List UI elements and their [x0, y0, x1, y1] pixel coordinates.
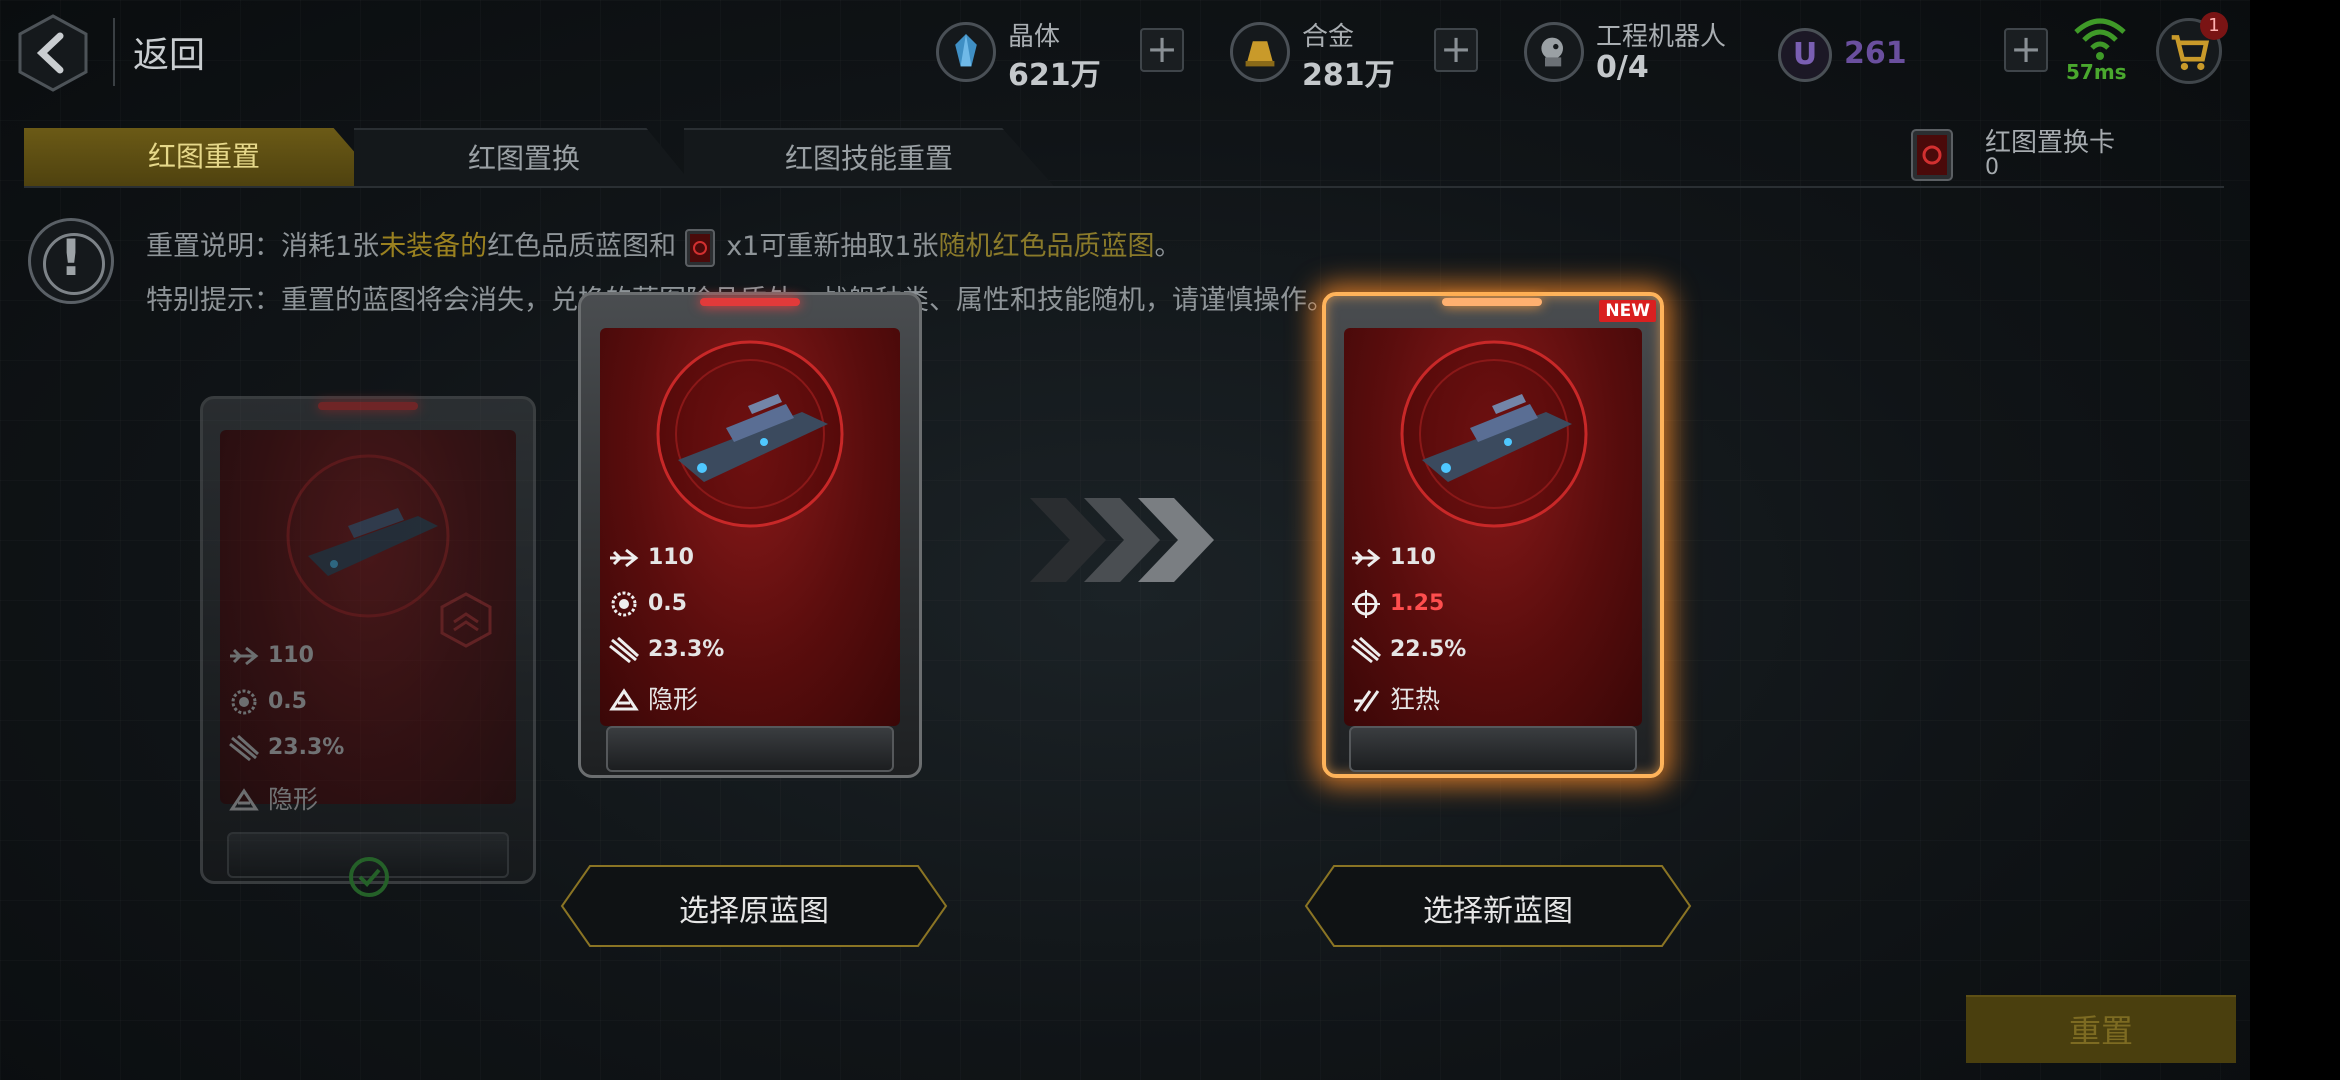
- ship-emblem-icon: [656, 340, 844, 528]
- header-divider: [113, 18, 115, 86]
- highlight-unequipped: 未装备的: [379, 231, 488, 262]
- back-label[interactable]: 返回: [133, 26, 205, 78]
- screen-edge: [2250, 0, 2340, 1080]
- stat-speed: 110: [228, 642, 314, 670]
- crosshair-icon: [1352, 590, 1380, 618]
- add-crystal-button[interactable]: +: [1140, 28, 1184, 72]
- crystal-icon: [936, 22, 996, 82]
- tab-underline: [24, 186, 2224, 188]
- swap-card-count: 0: [1985, 155, 1999, 180]
- select-original-button[interactable]: 选择原蓝图: [560, 864, 948, 948]
- warning-icon: [28, 218, 114, 304]
- resource-name: 合金: [1302, 22, 1355, 52]
- swap-card-icon: [1911, 129, 1953, 181]
- missile-icon: [1351, 636, 1382, 664]
- speed-arrow-icon: [610, 548, 639, 568]
- tab-red-reset[interactable]: 红图重置: [24, 128, 384, 186]
- swap-card-small-icon: [685, 228, 716, 267]
- select-new-button[interactable]: 选择新蓝图: [1304, 864, 1692, 948]
- missile-icon: [609, 636, 640, 664]
- ship-emblem-icon: [1400, 340, 1588, 528]
- ping-value: 57ms: [2066, 60, 2127, 84]
- speed-arrow-icon: [230, 646, 259, 666]
- equipped-check-icon: [349, 857, 389, 897]
- stat-rate: 0.5: [228, 688, 307, 716]
- u-currency-value: 261: [1844, 36, 1907, 71]
- new-blueprint-card[interactable]: NEW 110 1.25 22.5% 狂热: [1322, 292, 1664, 778]
- equipped-blueprint-card: 110 0.5 23.3% 隐形: [200, 396, 536, 897]
- ship-emblem-icon: [286, 454, 450, 618]
- resource-name: 晶体: [1008, 22, 1061, 52]
- stat-missile: 23.3%: [608, 636, 724, 664]
- stat-missile: 22.5%: [1350, 636, 1466, 664]
- tab-red-skill-reset[interactable]: 红图技能重置: [684, 128, 1054, 186]
- wifi-signal-icon: [2074, 18, 2126, 60]
- reset-description: 重置说明：消耗1张未装备的红色品质蓝图和 x1可重新抽取1张随机红色品质蓝图。: [146, 224, 1182, 268]
- tab-red-swap[interactable]: 红图置换: [354, 128, 694, 186]
- cart-notification-badge: 1: [2200, 12, 2228, 40]
- resource-value: 281万: [1302, 58, 1395, 93]
- stealth-skill-icon: [609, 688, 639, 711]
- speed-arrow-icon: [1352, 548, 1381, 568]
- stat-speed: 110: [1350, 544, 1436, 572]
- swap-card-label: 红图置换卡: [1985, 128, 2116, 158]
- rank-emblem-icon: [440, 592, 492, 648]
- resource-value: 621万: [1008, 58, 1101, 93]
- resource-name: 工程机器人: [1596, 22, 1727, 52]
- transform-arrows-icon: [1030, 498, 1214, 582]
- stat-missile: 23.3%: [228, 734, 344, 762]
- stat-skill: 狂热: [1350, 680, 1440, 716]
- add-u-currency-button[interactable]: +: [2004, 28, 2048, 72]
- stat-accuracy: 1.25: [1350, 590, 1444, 618]
- tab-bar: 红图重置 红图置换 红图技能重置: [24, 128, 2224, 188]
- missile-icon: [229, 734, 260, 762]
- robot-icon: [1524, 22, 1584, 82]
- gear-ring-icon: [231, 689, 257, 715]
- back-arrow-icon[interactable]: [18, 14, 88, 92]
- reset-button[interactable]: 重置: [1966, 995, 2236, 1063]
- stealth-skill-icon: [229, 788, 259, 811]
- stat-skill: 隐形: [228, 780, 318, 816]
- stat-skill: 隐形: [608, 680, 698, 716]
- alloy-icon: [1230, 22, 1290, 82]
- game-screen: 返回 晶体 621万 + 合金 281万 + 工程机器人 0/4 U 261 +…: [0, 0, 2250, 1080]
- frenzy-skill-icon: [1354, 690, 1380, 712]
- add-alloy-button[interactable]: +: [1434, 28, 1478, 72]
- gear-ring-icon: [611, 591, 637, 617]
- resource-value: 0/4: [1596, 50, 1649, 85]
- stat-rate: 0.5: [608, 590, 687, 618]
- u-currency-icon: U: [1778, 28, 1832, 82]
- original-blueprint-card[interactable]: 110 0.5 23.3% 隐形: [578, 292, 922, 778]
- highlight-random-red: 随机红色品质蓝图: [938, 231, 1155, 262]
- new-badge: NEW: [1599, 300, 1656, 322]
- stat-speed: 110: [608, 544, 694, 572]
